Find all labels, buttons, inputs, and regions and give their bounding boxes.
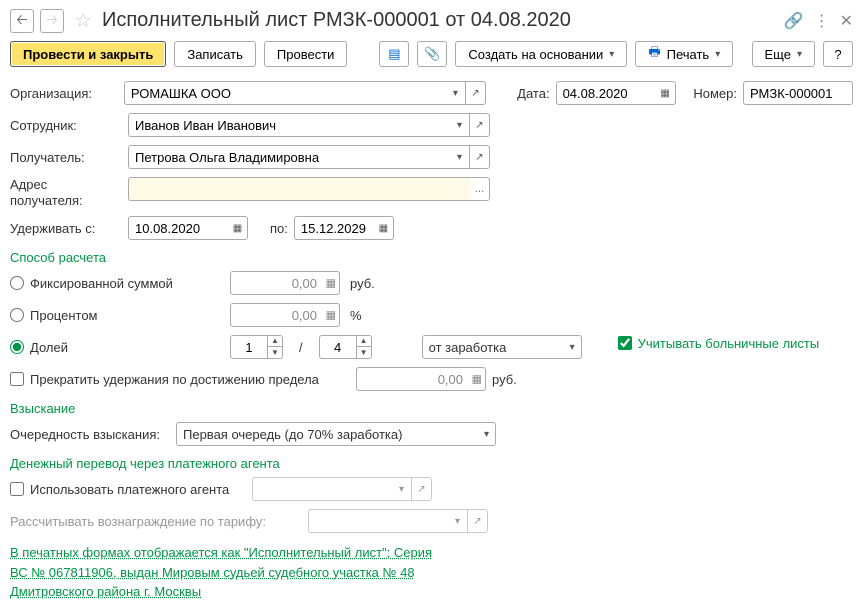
address-more-btn[interactable]: … [470,177,490,201]
org-label: Организация: [10,86,118,101]
chevron-down-icon: ▾ [715,49,720,60]
close-icon[interactable]: ✕ [840,11,853,31]
help-button[interactable]: ? [823,41,853,67]
share-of-select[interactable]: от заработка ▾ [422,335,582,359]
employee-input[interactable] [128,113,450,137]
save-button[interactable]: Записать [174,41,256,67]
report-icon-button[interactable]: ▤ [379,41,409,67]
percent-input[interactable] [230,303,340,327]
agent-dropdown-btn: ▾ [392,477,412,501]
printer-icon: 🖶 [648,43,660,65]
stop-checkbox[interactable]: Прекратить удержания по достижению преде… [10,372,350,387]
share-numerator[interactable]: ▲▼ [230,335,283,359]
sick-leave-checkbox[interactable]: Учитывать больничные листы [618,336,820,351]
method-share-radio[interactable]: Долей [10,340,220,355]
chevron-down-icon: ▾ [609,49,614,60]
date-input[interactable] [556,81,656,105]
chevron-down-icon: ▾ [797,49,802,60]
print-form-link[interactable]: В печатных формах отображается как "Испо… [10,543,450,602]
withhold-from-input[interactable] [128,216,228,240]
paperclip-icon: 📎 [424,46,440,62]
recipient-label: Получатель: [10,150,122,165]
withhold-from-label: Удерживать с: [10,221,122,236]
document-icon: ▤ [388,46,400,62]
org-dropdown-btn[interactable]: ▾ [446,81,466,105]
link-icon[interactable]: 🔗 [784,11,804,31]
share-denominator[interactable]: ▲▼ [319,335,372,359]
tariff-label: Рассчитывать вознаграждение по тарифу: [10,514,302,529]
tariff-open-btn: ↗ [468,509,488,533]
org-input[interactable] [124,81,446,105]
post-button[interactable]: Провести [264,41,348,67]
page-title: Исполнительный лист РМЗК-000001 от 04.08… [102,9,778,32]
use-agent-checkbox[interactable]: Использовать платежного агента [10,482,246,497]
nav-forward-button[interactable]: 🡢 [40,9,64,33]
date-calendar-btn[interactable]: ▦ [656,81,676,105]
withhold-to-calendar[interactable]: ▦ [374,216,394,240]
method-fixed-radio[interactable]: Фиксированной суммой [10,276,220,291]
post-and-close-button[interactable]: Провести и закрыть [10,41,166,67]
create-based-button[interactable]: Создать на основании ▾ [455,41,627,67]
recipient-input[interactable] [128,145,450,169]
nav-back-button[interactable]: 🡠 [10,9,34,33]
tariff-input [308,509,448,533]
fixed-amount-input[interactable] [230,271,340,295]
withhold-to-label: по: [270,221,288,236]
method-header: Способ расчета [10,250,853,265]
stop-amount-input[interactable] [356,367,486,391]
recipient-dropdown-btn[interactable]: ▾ [450,145,470,169]
agent-open-btn: ↗ [412,477,432,501]
number-label: Номер: [693,86,737,101]
tariff-dropdown-btn: ▾ [448,509,468,533]
date-label: Дата: [517,86,549,101]
employee-open-btn[interactable]: ↗ [470,113,490,137]
kebab-icon[interactable]: ⋮ [814,11,830,31]
withhold-to-input[interactable] [294,216,374,240]
address-label: Адрес получателя: [10,177,122,208]
agent-input [252,477,392,501]
priority-select[interactable]: Первая очередь (до 70% заработка) ▾ [176,422,496,446]
chevron-down-icon: ▾ [570,342,575,353]
org-open-btn[interactable]: ↗ [466,81,486,105]
method-percent-radio[interactable]: Процентом [10,308,220,323]
collection-header: Взыскание [10,401,853,416]
employee-label: Сотрудник: [10,118,122,133]
recipient-open-btn[interactable]: ↗ [470,145,490,169]
employee-dropdown-btn[interactable]: ▾ [450,113,470,137]
number-input[interactable] [743,81,853,105]
attach-icon-button[interactable]: 📎 [417,41,447,67]
agent-header: Денежный перевод через платежного агента [10,456,853,471]
withhold-from-calendar[interactable]: ▦ [228,216,248,240]
more-button[interactable]: Еще ▾ [752,41,815,67]
address-input[interactable] [128,177,470,201]
priority-label: Очередность взыскания: [10,427,170,442]
print-button[interactable]: 🖶 Печать ▾ [635,41,733,67]
favorite-icon[interactable]: ☆ [74,8,92,33]
chevron-down-icon: ▾ [484,429,489,440]
